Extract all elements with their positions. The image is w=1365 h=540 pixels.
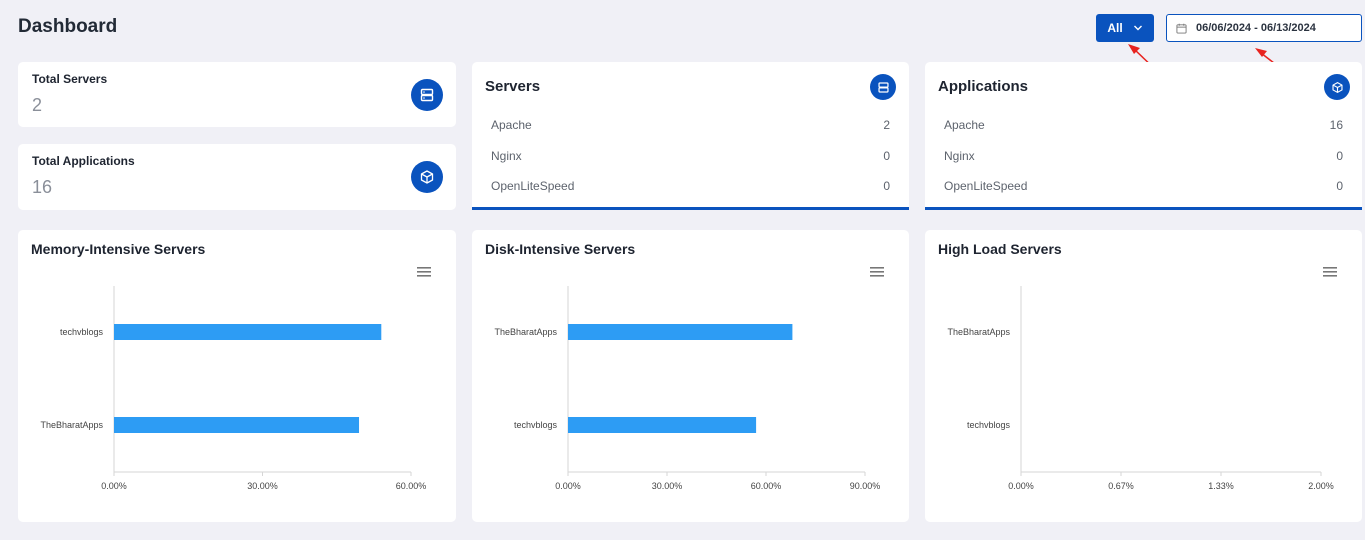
list-item: Apache 2	[491, 110, 890, 141]
chevron-down-icon	[1133, 25, 1142, 31]
disk-chart-card: Disk-Intensive Servers 0.00% 30.00% 60.00%…	[472, 230, 909, 522]
x-tick-label: 0.00%	[101, 481, 127, 491]
list-item: Apache 16	[944, 110, 1343, 141]
list-item-name: OpenLiteSpeed	[944, 179, 1028, 193]
applications-card: Applications Apache 16 Nginx 0 OpenLiteSpe…	[925, 62, 1362, 210]
list-item: OpenLiteSpeed 0	[491, 171, 890, 202]
server-icon	[870, 74, 896, 100]
stat-value: 16	[32, 177, 53, 197]
list-item-count: 16	[1329, 118, 1343, 132]
y-category-label: techvblogs	[967, 420, 1011, 430]
list-item-name: Apache	[944, 118, 985, 132]
total-applications-card: Total Applications 16	[18, 144, 456, 210]
cube-icon	[411, 161, 443, 193]
x-tick-label: 2.00%	[1308, 481, 1334, 491]
date-range-text: 06/06/2024 - 06/13/2024	[1196, 22, 1316, 34]
server-filter-dropdown[interactable]: All	[1096, 14, 1154, 42]
filter-label: All	[1107, 21, 1123, 35]
total-servers-card: Total Servers 2	[18, 62, 456, 127]
applications-title: Applications	[938, 78, 1029, 95]
stat-label: Total Applications	[32, 154, 135, 168]
servers-card: Servers Apache 2 Nginx 0 OpenLiteSpeed 0	[472, 62, 909, 210]
list-item: OpenLiteSpeed 0	[944, 171, 1343, 202]
x-tick-label: 0.00%	[1008, 481, 1034, 491]
list-item-count: 0	[1336, 148, 1343, 163]
y-category-label: TheBharatApps	[947, 327, 1010, 337]
list-item: Nginx 0	[491, 141, 890, 172]
memory-chart: 0.00% 30.00% 60.00% techvblogs TheBharatApps	[40, 286, 427, 491]
memory-chart-card: Memory-Intensive Servers 0.00% 30.00% 60.0…	[18, 230, 456, 522]
x-tick-label: 30.00%	[652, 481, 683, 491]
y-category-label: techvblogs	[60, 327, 104, 337]
servers-title: Servers	[485, 78, 541, 95]
chart-bar[interactable]	[114, 324, 382, 340]
stat-label: Total Servers	[32, 72, 108, 86]
chart-bar[interactable]	[568, 417, 757, 433]
disk-chart: 0.00% 30.00% 60.00% 90.00% TheBharatApps tech…	[494, 286, 881, 491]
stat-value: 2	[32, 95, 43, 115]
date-range-picker[interactable]: 06/06/2024 - 06/13/2024	[1166, 14, 1362, 42]
list-item: Nginx 0	[944, 141, 1343, 172]
cube-icon	[1324, 74, 1350, 100]
server-icon	[411, 79, 443, 111]
servers-list: Apache 2 Nginx 0 OpenLiteSpeed 0	[491, 110, 890, 202]
x-tick-label: 90.00%	[850, 481, 881, 491]
y-category-label: TheBharatApps	[40, 420, 103, 430]
x-tick-label: 60.00%	[751, 481, 782, 491]
x-tick-label: 0.00%	[555, 481, 581, 491]
annotation-arrowhead-date	[1255, 48, 1267, 57]
list-item-name: OpenLiteSpeed	[491, 179, 575, 193]
annotation-arrowhead-filter	[1128, 44, 1140, 54]
list-item-count: 0	[1336, 179, 1343, 193]
y-category-label: techvblogs	[514, 420, 558, 430]
list-item-name: Apache	[491, 118, 532, 132]
applications-list: Apache 16 Nginx 0 OpenLiteSpeed 0	[944, 110, 1343, 202]
list-item-count: 0	[883, 179, 890, 193]
chart-bar[interactable]	[114, 417, 360, 433]
load-chart: 0.00% 0.67% 1.33% 2.00% TheBharatApps techvbl…	[947, 286, 1334, 491]
calendar-icon	[1176, 23, 1187, 34]
x-tick-label: 60.00%	[396, 481, 427, 491]
load-chart-card: High Load Servers 0.00% 0.67% 1.33% 2.00% Th…	[925, 230, 1362, 522]
x-tick-label: 30.00%	[247, 481, 278, 491]
x-tick-label: 1.33%	[1208, 481, 1234, 491]
list-item-name: Nginx	[944, 148, 975, 163]
list-item-count: 2	[883, 118, 890, 132]
page-title: Dashboard	[18, 16, 118, 37]
x-tick-label: 0.67%	[1108, 481, 1134, 491]
list-item-count: 0	[883, 148, 890, 163]
y-category-label: TheBharatApps	[494, 327, 557, 337]
chart-bar[interactable]	[568, 324, 793, 340]
list-item-name: Nginx	[491, 148, 522, 163]
